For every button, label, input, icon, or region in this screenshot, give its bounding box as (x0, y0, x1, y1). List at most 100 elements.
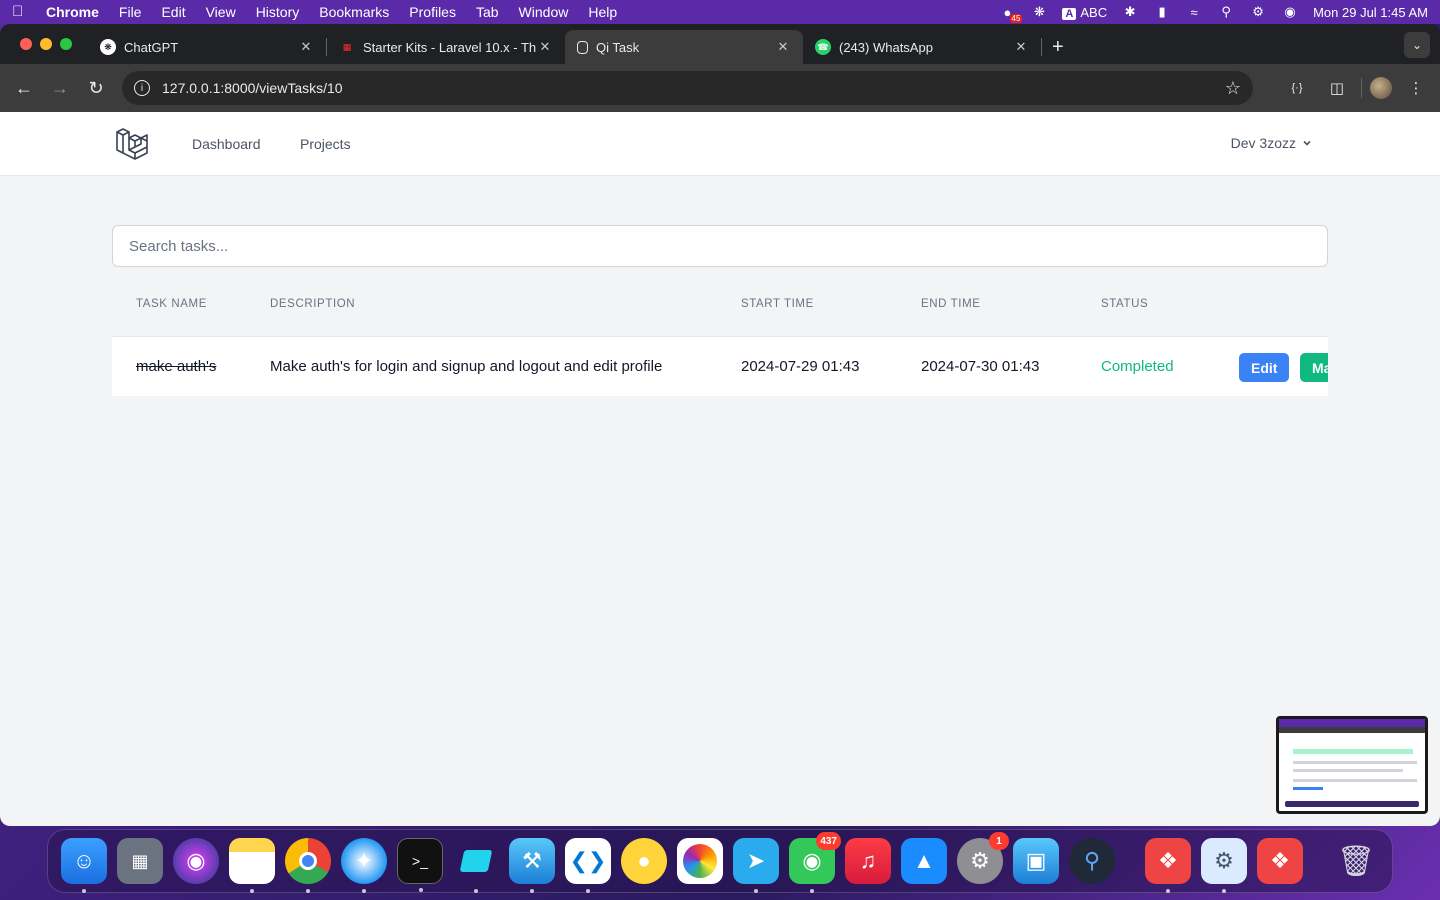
chevron-down-icon (1303, 140, 1311, 146)
reload-icon[interactable]: ↻ (80, 72, 112, 104)
tab-qi-task[interactable]: Qi Task ✕ (565, 30, 803, 64)
dock: ☺ ▦ ◉ ✦ >_ ⚒ ❮❯ ● ➤ ◉ 437 ♫ ▲ ⚙ 1 ▣ ⚲ ❖ ⚙ … (47, 829, 1393, 893)
launchpad-icon[interactable]: ▦ (117, 838, 163, 884)
app-store-icon[interactable]: ▲ (901, 838, 947, 884)
close-tab-icon[interactable]: ✕ (537, 39, 553, 55)
bluetooth-icon[interactable]: ✱ (1121, 4, 1139, 19)
input-source-icon: A (1062, 7, 1077, 20)
task-status-badge: Completed (1101, 358, 1174, 375)
forward-icon[interactable]: → (44, 72, 76, 104)
apple-icon[interactable]:  (12, 4, 28, 20)
minimize-window-button[interactable] (40, 38, 52, 50)
nav-dashboard-link[interactable]: Dashboard (192, 136, 261, 152)
clock[interactable]: Mon 29 Jul 1:45 AM (1313, 5, 1428, 20)
user-menu[interactable]: Dev 3zozz (1231, 135, 1312, 151)
tab-laravel-starter-kits[interactable]: ▦ Starter Kits - Laravel 10.x - Th ✕ (327, 30, 565, 64)
chrome-icon[interactable] (285, 838, 331, 893)
chrome-center (299, 852, 317, 870)
menu-app-chrome[interactable]: Chrome (46, 4, 99, 20)
close-window-button[interactable] (20, 38, 32, 50)
menu-view[interactable]: View (206, 4, 236, 20)
nav-projects-link[interactable]: Projects (300, 136, 351, 152)
screen-record-icon[interactable]: ● 45 (998, 5, 1023, 23)
xcode-icon[interactable]: ⚒ (509, 838, 555, 893)
app-navbar: Dashboard Projects Dev 3zozz (0, 112, 1440, 176)
more-menu-icon[interactable]: ⋮ (1400, 72, 1432, 104)
url-text[interactable]: 127.0.0.1:8000/viewTasks/10 (162, 80, 1225, 96)
trash-icon[interactable]: 🗑 (1333, 838, 1379, 884)
running-indicator (1222, 889, 1226, 893)
input-source-label: ABC (1080, 4, 1108, 20)
safari-icon[interactable]: ✦ (341, 838, 387, 893)
cyberduck-icon[interactable]: ● (621, 838, 667, 884)
back-icon[interactable]: ← (8, 72, 40, 104)
thumbnail-banner (1293, 749, 1413, 754)
extensions-puzzle-icon[interactable]: ◫ (1321, 72, 1353, 104)
site-info-icon[interactable]: i (134, 80, 150, 96)
terminal-icon[interactable]: >_ (397, 838, 443, 892)
menu-file[interactable]: File (119, 4, 142, 20)
photos-icon[interactable] (677, 838, 723, 884)
close-tab-icon[interactable]: ✕ (775, 39, 791, 55)
profile-avatar[interactable] (1370, 77, 1392, 99)
notes-icon[interactable] (229, 838, 275, 893)
tab-search-chevron-icon[interactable]: ⌄ (1404, 32, 1430, 58)
simulator-icon[interactable]: ▣ (1013, 838, 1059, 884)
finder-icon[interactable]: ☺ (61, 838, 107, 893)
telegram-icon[interactable]: ➤ (733, 838, 779, 893)
bookmark-star-icon[interactable]: ☆ (1225, 78, 1241, 99)
dbngin-shape (459, 850, 493, 872)
anydesk-icon[interactable]: ❖ (1145, 838, 1191, 893)
battery-icon[interactable]: ▮ (1153, 4, 1171, 19)
extension-code-icon[interactable]: {·} (1281, 72, 1313, 104)
task-end-time: 2024-07-30 01:43 (921, 358, 1040, 375)
laravel-logo-icon[interactable] (114, 126, 150, 162)
task-description: Make auth's for login and signup and log… (270, 358, 663, 375)
siri-app-icon[interactable]: ◉ (173, 838, 219, 884)
menu-edit[interactable]: Edit (161, 4, 185, 20)
quicktime-icon[interactable]: ⚲ (1069, 838, 1115, 884)
chatgpt-tray-icon[interactable]: ❋ (1030, 4, 1048, 19)
edit-task-button[interactable]: Edit (1239, 353, 1290, 382)
settings-gear-icon[interactable]: ⚙ (1201, 838, 1247, 893)
address-bar[interactable]: i 127.0.0.1:8000/viewTasks/10 ☆ (122, 71, 1253, 105)
thumbnail-line (1293, 761, 1417, 764)
wifi-icon[interactable]: ≈ (1185, 5, 1203, 20)
tab-whatsapp[interactable]: ☎ (243) WhatsApp ✕ (803, 30, 1041, 64)
tab-separator (1041, 38, 1042, 56)
screenshot-thumbnail[interactable] (1276, 716, 1428, 814)
header-description: DESCRIPTION (270, 298, 356, 310)
messages-icon[interactable]: ◉ 437 (789, 832, 841, 893)
thumbnail-menubar (1279, 719, 1425, 727)
menu-profiles[interactable]: Profiles (409, 4, 456, 20)
menu-window[interactable]: Window (519, 4, 569, 20)
anydesk-secondary-icon[interactable]: ❖ (1257, 838, 1303, 884)
vscode-icon[interactable]: ❮❯ (565, 838, 611, 893)
search-tasks-input[interactable] (112, 225, 1328, 267)
running-indicator (474, 889, 478, 893)
tasks-table: TASK NAME DESCRIPTION START TIME END TIM… (112, 284, 1328, 396)
new-tab-icon[interactable]: + (1052, 30, 1064, 64)
menu-tab[interactable]: Tab (476, 4, 499, 20)
dbngin-icon[interactable] (453, 838, 499, 893)
close-tab-icon[interactable]: ✕ (1013, 39, 1029, 55)
spotlight-search-icon[interactable]: ⚲ (1217, 4, 1235, 19)
status-tray: ● 45 ❋ A ABC ✱ ▮ ≈ ⚲ ⚙ ◉ Mon 29 Jul 1:45 A… (998, 4, 1428, 23)
header-status: STATUS (1101, 298, 1149, 310)
mark-task-button[interactable]: Ma (1300, 353, 1328, 382)
tab-chatgpt[interactable]: ❋ ChatGPT ✕ (88, 30, 326, 64)
chatgpt-icon: ❋ (100, 39, 116, 55)
menu-history[interactable]: History (256, 4, 300, 20)
siri-icon[interactable]: ◉ (1281, 4, 1299, 19)
close-tab-icon[interactable]: ✕ (298, 39, 314, 55)
music-icon[interactable]: ♫ (845, 838, 891, 884)
control-center-icon[interactable]: ⚙ (1249, 4, 1267, 19)
tab-strip: ❋ ChatGPT ✕ ▦ Starter Kits - Laravel 10.… (0, 24, 1440, 64)
system-settings-icon[interactable]: ⚙ 1 (957, 832, 1009, 884)
thumbnail-dock (1285, 801, 1419, 807)
menu-help[interactable]: Help (588, 4, 617, 20)
menu-bookmarks[interactable]: Bookmarks (319, 4, 389, 20)
maximize-window-button[interactable] (60, 38, 72, 50)
input-source[interactable]: A ABC (1062, 5, 1107, 20)
thumbnail-button (1293, 787, 1323, 790)
